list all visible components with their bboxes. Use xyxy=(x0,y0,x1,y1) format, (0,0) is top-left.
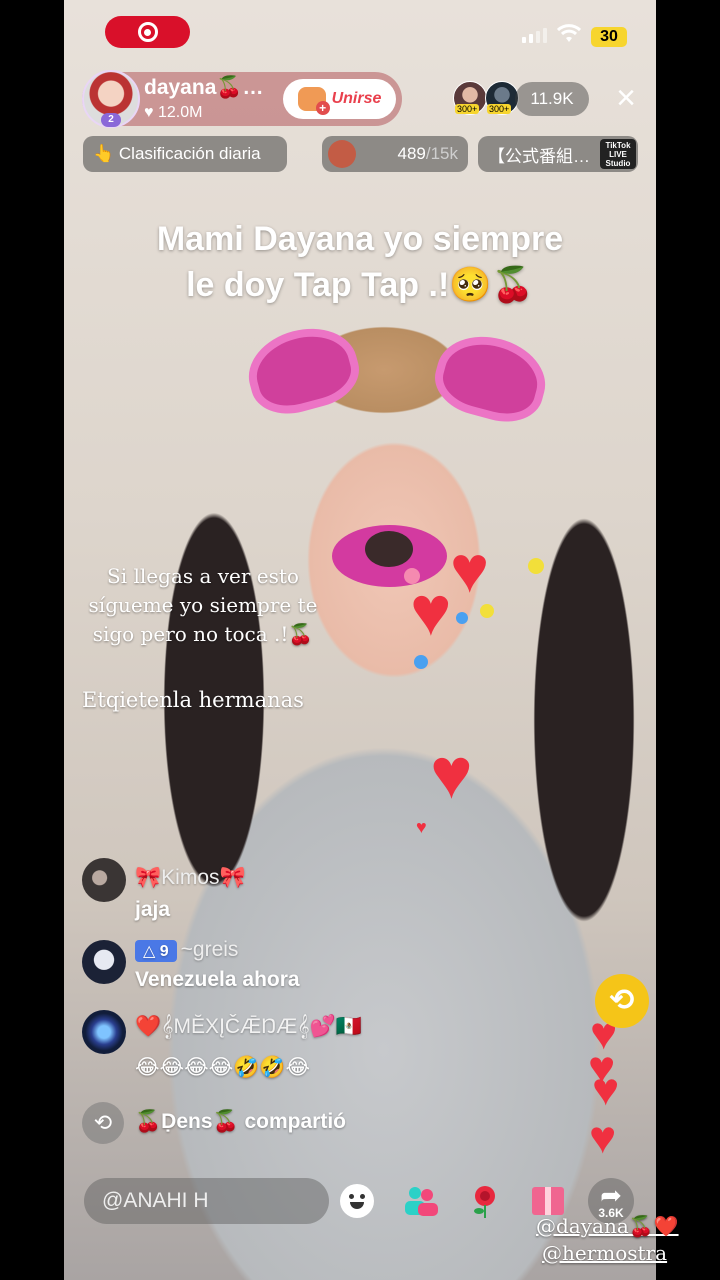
join-button[interactable]: Unirse xyxy=(283,79,396,119)
guests-icon xyxy=(405,1187,438,1216)
goal-pill[interactable]: 489/15k xyxy=(322,136,468,172)
chat-username-row[interactable]: △ 9 ~greis xyxy=(135,938,238,962)
share-icon: ➦ xyxy=(600,1180,622,1210)
top-viewer-tag: 300+ xyxy=(487,104,512,114)
creator-handle[interactable]: @dayana🍒❤️ xyxy=(536,1214,679,1238)
floating-heart: ♥ xyxy=(592,1063,620,1115)
viewer-count[interactable]: 11.9K xyxy=(515,82,589,116)
host-level-badge: 2 xyxy=(101,113,121,127)
floating-bubble xyxy=(404,568,420,584)
floating-bubble xyxy=(456,612,468,624)
close-icon[interactable]: × xyxy=(610,81,642,115)
emoji-icon xyxy=(340,1184,374,1218)
chat-avatar[interactable] xyxy=(82,858,126,902)
floating-heart: ♥ xyxy=(450,532,490,606)
chat-message: 😂😂😂😂🤣🤣😂 xyxy=(135,1056,310,1079)
chat-username: ~greis xyxy=(180,938,239,961)
goal-current: 489 xyxy=(397,144,426,163)
note-line: Si llegas a ver esto xyxy=(107,564,299,588)
caption-line: Mami Dayana yo siempre xyxy=(156,220,564,258)
floating-heart: ♥ xyxy=(430,734,473,814)
chat-username[interactable]: ❤️𝄞MĔXĮČǢŊÆ𝄞💕🇲🇽 xyxy=(135,1015,362,1039)
overlay-caption: Mami Dayana yo siempre le doy Tap Tap .!… xyxy=(64,216,656,308)
floating-bubble xyxy=(414,655,428,669)
chat-avatar[interactable] xyxy=(82,1010,126,1054)
floating-bubble xyxy=(528,558,544,574)
share-event-text: 🍒Ḍens🍒 compartió xyxy=(135,1110,346,1133)
goal-icon xyxy=(328,140,356,168)
chat-message: jaja xyxy=(135,898,171,921)
rose-button[interactable] xyxy=(462,1178,508,1224)
wifi-icon xyxy=(557,24,581,42)
user-level-badge: △ 9 xyxy=(135,940,177,962)
daily-ranking-pill[interactable]: 👆 Clasificación diaria xyxy=(83,136,287,172)
emoji-button[interactable] xyxy=(334,1178,380,1224)
overlay-note: Si llegas a ver esto sígueme yo siempre … xyxy=(78,562,328,649)
gift-icon xyxy=(532,1187,564,1215)
repost-icon: ⟲ xyxy=(82,1102,124,1144)
tiktok-live-studio-logo: TikTok LIVE Studio xyxy=(600,139,636,169)
top-viewer-tag: 300+ xyxy=(455,104,480,114)
comment-input[interactable]: @ANAHI H xyxy=(84,1178,329,1224)
chat-username[interactable]: 🎀Kimos🎀 xyxy=(135,866,246,890)
join-heart-icon xyxy=(297,87,330,115)
floating-bubble xyxy=(480,604,494,618)
host-name[interactable]: dayana🍒… xyxy=(144,76,264,100)
goal-total: /15k xyxy=(425,144,458,163)
floating-heart: ♥ xyxy=(589,1111,617,1163)
guests-button[interactable] xyxy=(398,1178,444,1224)
floating-heart: ♥ xyxy=(410,572,452,650)
note-line: sígueme yo siempre te xyxy=(88,593,318,617)
overlay-tag-line: Etqietenla hermanas xyxy=(82,688,304,712)
note-line: sigo pero no toca .!🍒 xyxy=(92,622,314,646)
floating-heart: ♥ xyxy=(416,817,427,837)
caption-line: le doy Tap Tap .!🥺🍒 xyxy=(186,266,534,304)
repost-button[interactable]: ⟲ xyxy=(595,974,649,1028)
chat-avatar[interactable] xyxy=(82,940,126,984)
live-record-icon xyxy=(137,22,158,42)
chat-message: Venezuela ahora xyxy=(135,968,300,991)
screen-record-indicator[interactable] xyxy=(105,16,190,48)
battery-level: 30 xyxy=(591,27,627,47)
rose-icon xyxy=(474,1186,495,1218)
host-likes: ♥ 12.0M xyxy=(144,104,203,121)
join-label: Unirse xyxy=(331,90,382,107)
creator-handle[interactable]: @hermostra xyxy=(542,1241,667,1265)
signal-icon xyxy=(522,28,547,43)
